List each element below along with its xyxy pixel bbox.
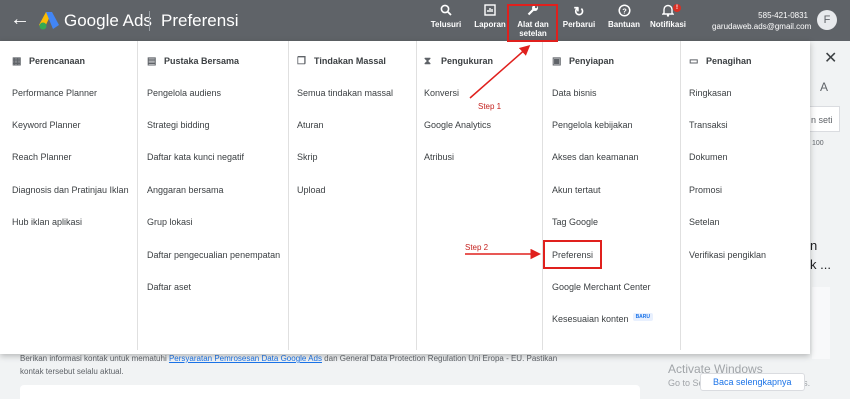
annotation-arrows <box>465 45 541 260</box>
step-1-arrow <box>469 45 531 99</box>
